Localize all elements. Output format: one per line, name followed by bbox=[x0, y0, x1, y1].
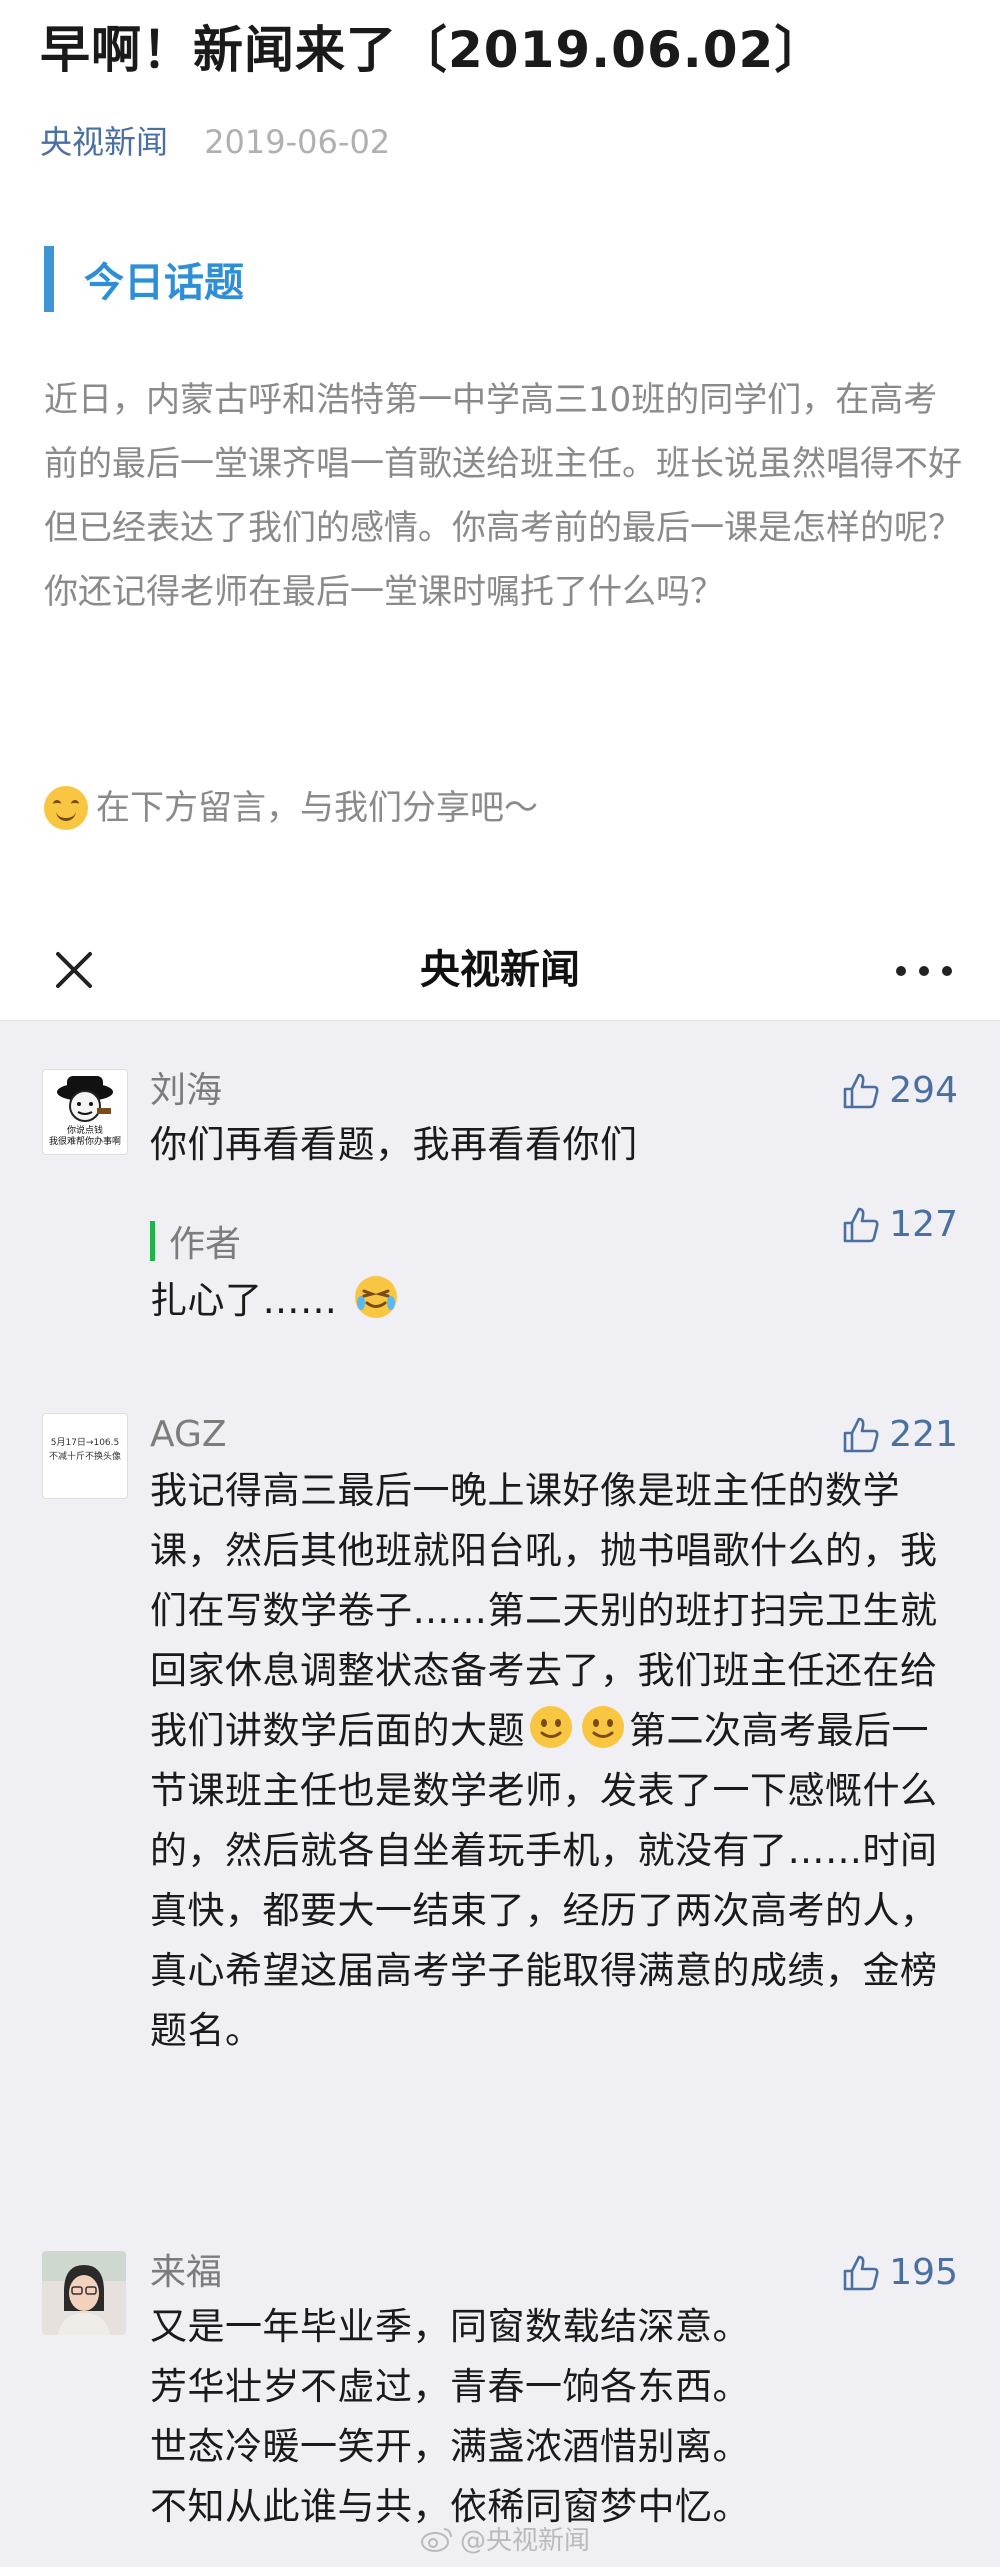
commenter-name: AGZ bbox=[150, 1414, 227, 1455]
reply-like-button[interactable]: 127 bbox=[841, 1201, 958, 1249]
comment-text: 又是一年毕业季，同窗数载结深意。 芳华壮岁不虚过，青春一饷各东西。 世态冷暖一笑… bbox=[150, 2297, 940, 2537]
section-header: 今日话题 bbox=[44, 246, 244, 312]
smile-emoji-icon bbox=[530, 1706, 572, 1748]
article-title: 早啊！新闻来了〔2019.06.02〕 bbox=[40, 21, 826, 79]
like-count: 127 bbox=[889, 1204, 958, 1245]
like-count: 294 bbox=[889, 1070, 958, 1111]
thumbs-up-icon bbox=[843, 2255, 879, 2291]
thumbs-up-icon bbox=[843, 1417, 879, 1453]
commenter-name: 刘海 bbox=[150, 1070, 223, 1111]
like-count: 195 bbox=[889, 2252, 958, 2293]
comment-text: 我记得高三最后一晚上课好像是班主任的数学课，然后其他班就阳台吼，抛书唱歌什么的，… bbox=[150, 1469, 938, 2052]
avatar-caption: 5月17日→106.5 不减十斤不换头像 bbox=[48, 1438, 121, 1462]
more-options-icon[interactable] bbox=[894, 952, 954, 988]
avatar[interactable]: 5月17日→106.5 不减十斤不换头像 bbox=[42, 1413, 128, 1499]
smile-emoji-icon bbox=[582, 1706, 624, 1748]
like-button[interactable]: 195 bbox=[841, 2249, 958, 2297]
watermark-text: @央视新闻 bbox=[460, 2526, 591, 2556]
comment-prompt: 在下方留言，与我们分享吧～ bbox=[44, 776, 964, 840]
comments-panel-header: 央视新闻 bbox=[0, 920, 1000, 1021]
poem-line: 又是一年毕业季，同窗数载结深意。 bbox=[150, 2305, 750, 2348]
panel-title: 央视新闻 bbox=[420, 947, 580, 993]
poem-line: 芳华壮岁不虚过，青春一饷各东西。 bbox=[150, 2365, 750, 2408]
like-count: 221 bbox=[889, 1414, 958, 1455]
article-intro: 近日，内蒙古呼和浩特第一中学高三10班的同学们，在高考前的最后一堂课齐唱一首歌送… bbox=[44, 380, 962, 612]
smile-emoji-icon bbox=[44, 786, 88, 830]
article-source-link[interactable]: 央视新闻 bbox=[40, 123, 168, 161]
avatar[interactable] bbox=[42, 2251, 126, 2335]
weibo-logo-icon bbox=[421, 2527, 452, 2552]
author-accent-bar bbox=[150, 1221, 155, 1261]
author-reply-label: 作者 bbox=[150, 1215, 241, 1267]
section-accent-bar bbox=[44, 246, 54, 312]
user-photo-avatar-icon bbox=[42, 2251, 126, 2335]
like-button[interactable]: 294 bbox=[841, 1067, 958, 1115]
avatar-caption: 你说点钱 我很难帮你办事啊 bbox=[48, 1126, 121, 1147]
poem-line: 世态冷暖一笑开，满盏浓酒惜别离。 bbox=[150, 2425, 750, 2468]
section-title: 今日话题 bbox=[84, 260, 244, 306]
author-reply-text: 扎心了…… bbox=[150, 1271, 940, 1331]
comments-list: 你说点钱 我很难帮你办事啊 刘海 294 你们再看看题，我再看看你们 作者 12… bbox=[0, 1021, 1000, 2567]
article-date: 2019-06-02 bbox=[204, 123, 391, 161]
thumbs-up-icon bbox=[843, 1073, 879, 1109]
author-label: 作者 bbox=[169, 1224, 242, 1265]
comment-prompt-text: 在下方留言，与我们分享吧～ bbox=[96, 788, 538, 828]
like-button[interactable]: 221 bbox=[841, 1411, 958, 1459]
commenter-name: 来福 bbox=[150, 2252, 223, 2293]
avatar[interactable]: 你说点钱 我很难帮你办事啊 bbox=[42, 1069, 128, 1155]
thumbs-up-icon bbox=[843, 1207, 879, 1243]
article-meta: 央视新闻 2019-06-02 bbox=[40, 118, 390, 166]
comment-text: 你们再看看题，我再看看你们 bbox=[150, 1123, 638, 1166]
weibo-watermark: @央视新闻 bbox=[420, 2520, 590, 2557]
crying-laugh-emoji-icon bbox=[354, 1276, 397, 1318]
